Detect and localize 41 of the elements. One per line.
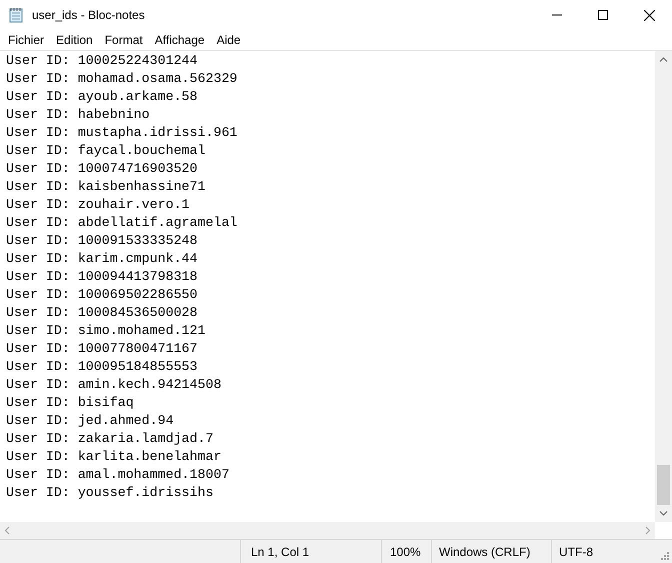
text-line: User ID: zakaria.lamdjad.7 — [6, 430, 214, 448]
text-line: User ID: jed.ahmed.94 — [6, 412, 174, 430]
text-line: User ID: habebnino — [6, 106, 150, 124]
text-line: User ID: faycal.bouchemal — [6, 142, 206, 160]
scroll-thumb[interactable] — [657, 465, 670, 505]
cursor-position: Ln 1, Col 1 — [251, 544, 310, 560]
zoom-level: 100% — [390, 544, 421, 560]
menu-item[interactable]: Affichage — [148, 30, 211, 50]
text-line: User ID: karim.cmpunk.44 — [6, 250, 198, 268]
text-line: User ID: zouhair.vero.1 — [6, 196, 190, 214]
menu-item[interactable]: Format — [98, 30, 149, 50]
encoding: UTF-8 — [559, 544, 593, 560]
menu-item[interactable]: Edition — [50, 30, 99, 50]
notepad-icon — [8, 7, 24, 23]
line-endings: Windows (CRLF) — [439, 544, 530, 560]
text-line: User ID: amin.kech.94214508 — [6, 376, 222, 394]
menu-item[interactable]: Fichier — [2, 30, 50, 50]
text-line: User ID: 100095184855553 — [6, 358, 198, 376]
text-line: User ID: kaisbenhassine71 — [6, 178, 206, 196]
text-line: User ID: 100094413798318 — [6, 268, 198, 286]
resize-grip-icon[interactable] — [659, 550, 669, 560]
text-line: User ID: abdellatif.agramelal — [6, 214, 238, 232]
text-line: User ID: bisifaq — [6, 394, 134, 412]
text-line: User ID: 100025224301244 — [6, 52, 198, 70]
text-line: User ID: mustapha.idrissi.961 — [6, 124, 238, 142]
text-line: User ID: 100077800471167 — [6, 340, 198, 358]
vertical-scrollbar[interactable] — [655, 51, 672, 522]
text-line: User ID: amal.mohammed.18007 — [6, 466, 230, 484]
text-line: User ID: karlita.benelahmar — [6, 448, 222, 466]
text-line: User ID: youssef.idrissihs — [6, 484, 214, 502]
text-line: User ID: mohamad.osama.562329 — [6, 70, 238, 88]
text-line: User ID: ayoub.arkame.58 — [6, 88, 198, 106]
close-icon[interactable] — [644, 10, 654, 20]
menu-item[interactable]: Aide — [210, 30, 247, 50]
text-line: User ID: 100084536500028 — [6, 304, 198, 322]
text-line: User ID: 100091533335248 — [6, 232, 198, 250]
text-line: User ID: simo.mohamed.121 — [6, 322, 206, 340]
window-title: user_ids - Bloc-notes — [32, 7, 145, 24]
text-line: User ID: 100074716903520 — [6, 160, 198, 178]
text-line: User ID: 100069502286550 — [6, 286, 198, 304]
maximize-icon[interactable] — [598, 10, 608, 20]
